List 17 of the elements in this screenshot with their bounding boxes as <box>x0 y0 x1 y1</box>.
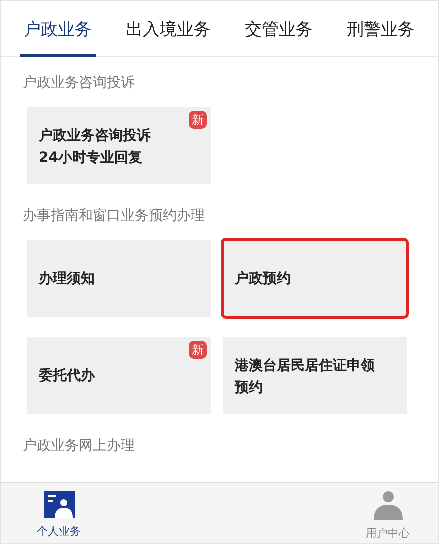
section-heading: 办事指南和窗口业务预约办理 <box>23 207 206 225</box>
service-card[interactable]: 委托代办 新 <box>27 337 211 414</box>
tab[interactable]: 刑警业务 <box>343 1 419 57</box>
section-heading: 户政业务咨询投诉 <box>23 74 136 92</box>
service-card[interactable]: 户政预约 <box>223 240 407 317</box>
new-badge: 新 <box>189 111 207 129</box>
nav-item[interactable]: 个人业务 <box>29 483 89 543</box>
service-card[interactable]: 港澳台居民居住证申领 预约 <box>223 337 407 414</box>
tab[interactable]: 交管业务 <box>241 1 317 57</box>
service-card[interactable]: 办理须知 <box>27 240 211 317</box>
tab[interactable]: 户政业务 <box>20 1 96 57</box>
new-badge: 新 <box>189 341 207 359</box>
tab[interactable]: 出入境业务 <box>122 1 215 57</box>
service-card[interactable]: 户政业务咨询投诉 24小时专业回复 新 <box>27 107 211 184</box>
id-card-icon <box>44 491 74 518</box>
person-icon <box>374 491 402 520</box>
section-heading: 户政业务网上办理 <box>23 437 136 455</box>
